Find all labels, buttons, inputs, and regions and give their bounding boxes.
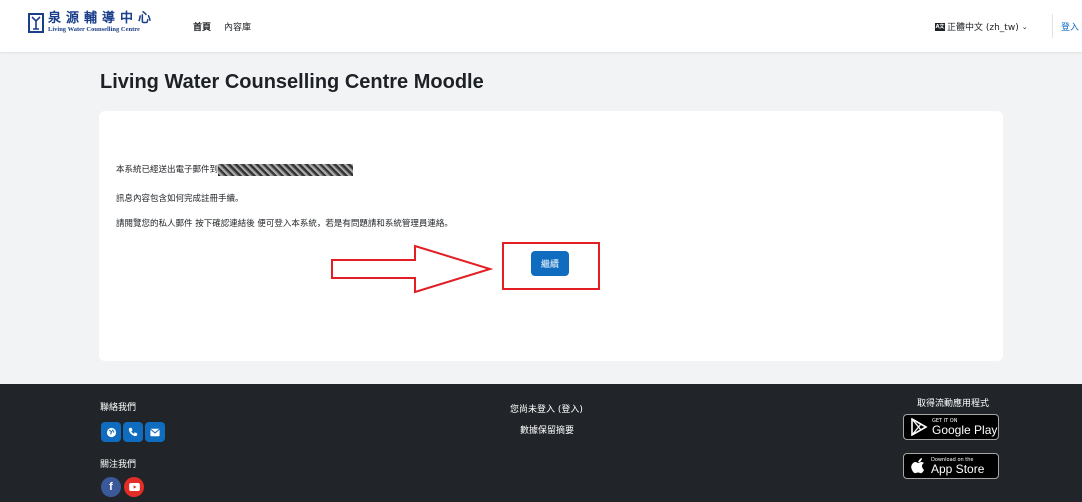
nav-divider bbox=[1052, 14, 1053, 38]
nav-home[interactable]: 首頁 bbox=[193, 20, 211, 33]
registration-info-text: 訊息內容包含如何完成註冊手續。 bbox=[116, 194, 244, 204]
site-logo[interactable]: 泉源輔導中心 Living Water Counselling Centre bbox=[28, 12, 156, 34]
instruction-text: 請閱覽您的私人郵件 按下確認連結後 便可登入本系統，若是有問題請和系統管理員連絡… bbox=[116, 219, 453, 229]
logo-icon bbox=[28, 13, 44, 33]
envelope-icon bbox=[150, 428, 160, 436]
facebook-button[interactable]: f bbox=[101, 477, 121, 497]
google-play-text: Google Play bbox=[932, 422, 998, 437]
globe-icon bbox=[106, 427, 116, 437]
annotation-highlight-box bbox=[502, 242, 600, 290]
app-store-badge[interactable]: Download on the App Store bbox=[903, 453, 999, 479]
get-mobile-app-label: 取得流動應用程式 bbox=[917, 399, 990, 409]
website-button[interactable] bbox=[101, 422, 121, 442]
app-store-text: App Store bbox=[931, 461, 985, 476]
redacted-email bbox=[218, 163, 354, 176]
logo-chinese-text: 泉源輔導中心 bbox=[48, 11, 157, 26]
google-play-icon bbox=[911, 418, 928, 436]
annotation-arrow-icon bbox=[331, 244, 494, 294]
contact-us-label: 聯絡我們 bbox=[100, 403, 137, 413]
language-label: 正體中文 (zh_tw) bbox=[947, 23, 1019, 33]
data-retention-link[interactable]: 數據保留摘要 bbox=[520, 423, 574, 436]
language-menu[interactable]: A文 正體中文 (zh_tw) ⌄ bbox=[935, 20, 1028, 33]
facebook-icon: f bbox=[109, 481, 113, 493]
top-navbar: 泉源輔導中心 Living Water Counselling Centre 首… bbox=[0, 0, 1082, 52]
page-title: Living Water Counselling Centre Moodle bbox=[100, 71, 484, 93]
site-footer: 聯絡我們 關注我們 f 您尚未登入 (登入) 數據保留摘要 取得流動應用程式 G… bbox=[0, 384, 1082, 502]
youtube-button[interactable] bbox=[124, 477, 144, 497]
follow-us-label: 關注我們 bbox=[100, 460, 137, 470]
not-logged-in-text[interactable]: 您尚未登入 (登入) bbox=[510, 402, 583, 415]
email-sent-message: 本系統已經送出電子郵件到 bbox=[116, 163, 354, 176]
login-link[interactable]: 登入 bbox=[1061, 20, 1079, 33]
confirmation-card: 本系統已經送出電子郵件到 訊息內容包含如何完成註冊手續。 請閱覽您的私人郵件 按… bbox=[99, 111, 1003, 361]
language-icon: A文 bbox=[935, 22, 945, 31]
nav-content-library[interactable]: 內容庫 bbox=[224, 20, 251, 33]
logo-english-text: Living Water Counselling Centre bbox=[48, 26, 140, 33]
chevron-down-icon: ⌄ bbox=[1021, 22, 1028, 31]
email-sent-text: 本系統已經送出電子郵件到 bbox=[116, 165, 219, 175]
apple-icon bbox=[911, 458, 924, 474]
phone-icon bbox=[128, 427, 138, 437]
email-button[interactable] bbox=[145, 422, 165, 442]
google-play-badge[interactable]: GET IT ON Google Play bbox=[903, 414, 999, 440]
youtube-icon bbox=[128, 483, 140, 491]
phone-button[interactable] bbox=[123, 422, 143, 442]
